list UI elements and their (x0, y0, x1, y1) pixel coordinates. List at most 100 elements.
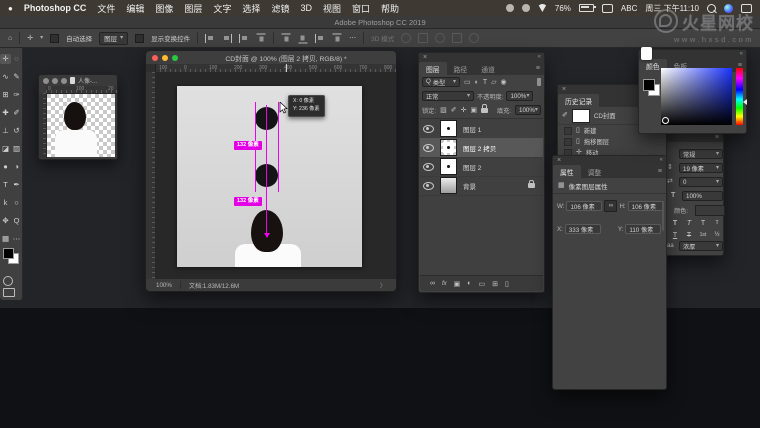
menu-select[interactable]: 选择 (242, 2, 260, 15)
auto-select-target-dropdown[interactable]: 图层 ▾ (99, 31, 129, 45)
tab-history[interactable]: 历史记录 (558, 94, 600, 107)
visibility-toggle[interactable] (420, 162, 436, 171)
move-tool[interactable]: ✛ (0, 54, 11, 64)
cd-doc-titlebar[interactable]: CD封面 @ 100% (图层 2 拷贝, RGB/8) * (146, 51, 396, 64)
status-zoom-level[interactable]: 100% (156, 282, 172, 289)
eyedropper-tool[interactable]: ✑ (13, 91, 19, 99)
filter-pixel-icon[interactable]: ▭ (464, 79, 471, 86)
panel-menu-icon[interactable]: ≡ (715, 133, 719, 142)
tracking-field[interactable]: 0 ▾ (679, 177, 723, 187)
faux-italic-button[interactable]: T (683, 217, 695, 229)
artboard-tool[interactable]: ▦ (2, 235, 9, 243)
align-center-h-icon[interactable] (222, 33, 233, 43)
menu-type[interactable]: 文字 (213, 2, 231, 15)
layer-row-2-selected[interactable]: 图层 2 拷贝 (420, 138, 543, 158)
tab-properties[interactable]: 属性 (553, 165, 581, 178)
pen-tool[interactable]: ✒ (13, 181, 19, 189)
menu-app-name[interactable]: Photoshop CC (24, 3, 87, 13)
history-source-checkbox[interactable] (564, 137, 572, 146)
panel-menu-icon[interactable]: ≡ (536, 62, 540, 75)
tab-layers[interactable]: 图层 (419, 62, 447, 75)
layer-thumbnail[interactable] (440, 139, 457, 156)
align-left-icon[interactable] (205, 33, 215, 43)
distribute-v-icon[interactable] (332, 33, 342, 43)
blend-mode-dropdown[interactable]: 正常 ▾ (422, 91, 474, 101)
hand-tool[interactable]: ✥ (2, 217, 8, 225)
menu-filter[interactable]: 滤镜 (271, 2, 289, 15)
auto-select-checkbox[interactable] (50, 33, 60, 43)
foreground-color-swatch[interactable] (643, 79, 655, 91)
background-lock-icon[interactable] (528, 179, 535, 188)
minimize-button[interactable] (52, 77, 58, 84)
move-tool-icon[interactable]: ✛ (27, 35, 33, 42)
saturation-brightness-field[interactable] (661, 68, 732, 125)
all-caps-button[interactable]: T (697, 217, 709, 229)
canvas[interactable]: 132 像素 132 像素 X: 0 像素 Y: 236 像素 (177, 86, 362, 267)
dodge-tool[interactable]: ◑ (14, 163, 19, 171)
close-button[interactable] (43, 77, 49, 84)
ordinals-button[interactable]: 1st (697, 229, 709, 241)
align-bottom-icon[interactable] (298, 33, 308, 43)
lock-all-icon[interactable] (481, 104, 489, 113)
collapse-icon[interactable]: « (660, 156, 664, 165)
path-select-tool[interactable]: k (4, 199, 8, 207)
fill-field[interactable]: 100% ▾ (515, 105, 541, 115)
status-chevron-icon[interactable]: 〉 (380, 281, 386, 290)
new-layer-icon[interactable]: ⊞ (492, 280, 498, 288)
close-icon[interactable]: × (557, 156, 561, 165)
wifi-icon[interactable] (537, 4, 547, 12)
history-brush-tool[interactable]: ↺ (13, 127, 19, 135)
layer-thumbnail[interactable] (440, 120, 457, 137)
panel-scrollbar[interactable] (662, 201, 664, 231)
faux-bold-button[interactable]: T (669, 217, 681, 229)
status-app-icon-2[interactable] (521, 4, 530, 12)
portrait-doc-titlebar[interactable]: 人像-... (39, 75, 117, 86)
menu-help[interactable]: 帮助 (381, 2, 399, 15)
history-step-drag-layer[interactable]: ▯ 拖移图层 (558, 136, 666, 147)
align-top-icon[interactable] (256, 33, 266, 43)
fractions-button[interactable]: ½ (711, 229, 723, 241)
panel-menu-icon[interactable]: ≡ (658, 165, 662, 178)
layer-row-3[interactable]: 图层 2 (420, 157, 543, 177)
opacity-field[interactable]: 100% ▾ (506, 91, 534, 101)
x-field[interactable]: 333 像素 (564, 224, 601, 234)
blur-tool[interactable]: ● (3, 163, 8, 171)
lock-pixels-icon[interactable]: ✐ (451, 107, 457, 114)
history-brush-source-icon[interactable]: ✐ (562, 112, 568, 119)
align-right-icon[interactable] (239, 33, 249, 43)
quick-select-tool[interactable]: ✎ (13, 73, 19, 81)
menu-3d[interactable]: 3D (300, 3, 312, 13)
type-tool[interactable]: T (3, 181, 8, 189)
font-size-field[interactable]: 19 像素 ▾ (679, 163, 723, 173)
menu-edit[interactable]: 编辑 (126, 2, 144, 15)
height-field[interactable]: 106 像素 (627, 201, 664, 211)
strikethrough-button[interactable]: T (683, 229, 695, 241)
marquee-tool[interactable]: ◌ (14, 55, 18, 63)
align-middle-icon[interactable] (281, 33, 291, 43)
tab-adjustments[interactable]: 调整 (581, 165, 609, 178)
status-app-icon[interactable] (505, 4, 514, 12)
tab-paths[interactable]: 路径 (447, 62, 475, 75)
distribute-h-icon[interactable] (315, 33, 325, 43)
layer-row-1[interactable]: 图层 1 (420, 119, 543, 139)
foreground-color-swatch[interactable] (3, 248, 14, 259)
layer-thumbnail[interactable] (440, 177, 457, 194)
new-adjustment-icon[interactable]: ◐ (467, 280, 471, 287)
gradient-tool[interactable]: ▨ (13, 145, 20, 153)
collapse-icon[interactable]: « (740, 50, 744, 59)
clone-stamp-tool[interactable]: ⊥ (2, 127, 9, 135)
battery-icon[interactable] (578, 4, 596, 12)
underline-button[interactable]: T (669, 229, 681, 241)
hue-slider[interactable] (736, 68, 743, 125)
vertical-scale-field[interactable]: 100% (682, 191, 723, 201)
crop-tool[interactable]: ⊞ (2, 91, 8, 99)
zoom-button[interactable] (172, 54, 178, 61)
filter-toggle[interactable] (537, 78, 541, 86)
more-options-icon[interactable]: ⋯ (349, 35, 356, 42)
link-wh-icon[interactable]: ∞ (604, 200, 618, 212)
zoom-tool[interactable]: Q (14, 217, 20, 225)
tab-channels[interactable]: 通道 (474, 62, 502, 75)
filter-type-icon[interactable]: T (483, 79, 487, 86)
layer-row-background[interactable]: 背景 (420, 176, 543, 196)
zoom-button[interactable] (61, 77, 67, 84)
